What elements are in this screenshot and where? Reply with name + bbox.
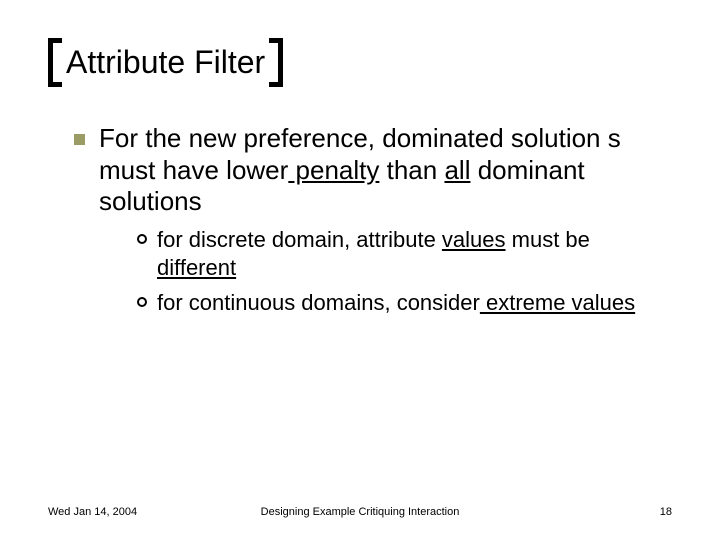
- circle-bullet-icon: [137, 297, 147, 307]
- text-fragment: for continuous domains, consider: [157, 290, 480, 315]
- text-fragment: for discrete domain, attribute: [157, 227, 442, 252]
- slide-footer: Wed Jan 14, 2004 Designing Example Criti…: [0, 506, 720, 518]
- circle-bullet-icon: [137, 234, 147, 244]
- text-fragment: than: [379, 155, 444, 185]
- slide-body: For the new preference, dominated soluti…: [48, 123, 672, 325]
- bullet-level2: for discrete domain, attribute values mu…: [137, 226, 672, 281]
- sub-bullets: for discrete domain, attribute values mu…: [99, 226, 672, 317]
- text-fragment: must be: [506, 227, 590, 252]
- footer-page-number: 18: [660, 506, 672, 518]
- bullet-level2: for continuous domains, consider extreme…: [137, 289, 672, 317]
- underlined-text: penalty: [288, 155, 379, 185]
- footer-date: Wed Jan 14, 2004: [48, 506, 137, 518]
- title-area: Attribute Filter: [48, 38, 283, 87]
- bullet-text: For the new preference, dominated soluti…: [99, 123, 672, 325]
- underlined-text: all: [444, 155, 470, 185]
- underlined-text: values: [442, 227, 506, 252]
- slide: Attribute Filter For the new preference,…: [0, 0, 720, 540]
- underlined-text: extreme values: [480, 290, 635, 315]
- bullet-text: for discrete domain, attribute values mu…: [157, 226, 672, 281]
- bullet-level1: For the new preference, dominated soluti…: [74, 123, 672, 325]
- underlined-text: different: [157, 255, 236, 280]
- bracket-right-icon: [269, 38, 283, 87]
- slide-title: Attribute Filter: [66, 44, 265, 81]
- square-bullet-icon: [74, 134, 85, 145]
- footer-title: Designing Example Critiquing Interaction: [261, 506, 460, 518]
- bullet-text: for continuous domains, consider extreme…: [157, 289, 672, 317]
- bracket-left-icon: [48, 38, 62, 87]
